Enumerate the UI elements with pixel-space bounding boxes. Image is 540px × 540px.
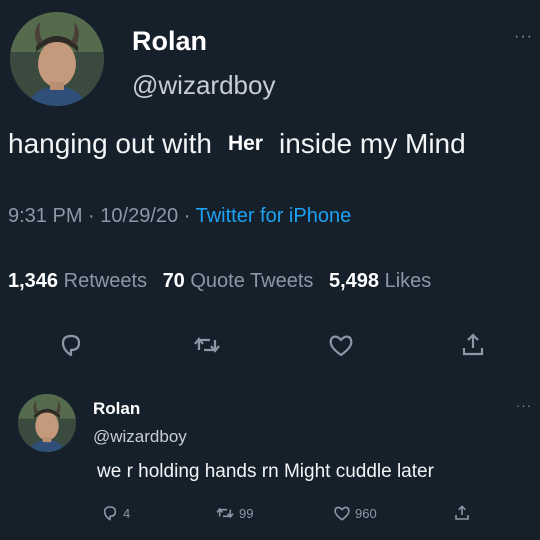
like-icon bbox=[329, 335, 353, 357]
tweet-stats: 1,346 Retweets 70 Quote Tweets 5,498 Lik… bbox=[8, 270, 431, 293]
tweet-text-after: inside my Mind bbox=[278, 128, 466, 159]
reply-author-name[interactable]: Rolan bbox=[93, 399, 140, 419]
retweet-icon bbox=[194, 337, 220, 353]
likes-stat[interactable]: 5,498 Likes bbox=[329, 270, 431, 292]
retweet-icon bbox=[216, 507, 234, 519]
reply-text: we r holding hands rn Might cuddle later bbox=[97, 461, 434, 482]
tweet-time: 9:31 PM bbox=[8, 205, 83, 227]
separator: · bbox=[183, 205, 191, 227]
tweet-date: 10/29/20 bbox=[100, 205, 179, 227]
separator: · bbox=[88, 205, 95, 227]
tweet-text-before: hanging out with bbox=[8, 128, 212, 159]
retweet-count: 99 bbox=[239, 505, 254, 521]
quote-count: 70 bbox=[162, 270, 185, 292]
like-button[interactable] bbox=[326, 330, 356, 360]
tweet-source-link[interactable]: Twitter for iPhone bbox=[196, 205, 352, 227]
retweets-count: 1,346 bbox=[8, 270, 59, 292]
quote-label: Quote Tweets bbox=[190, 270, 314, 292]
reply-button[interactable] bbox=[56, 330, 86, 360]
avatar[interactable] bbox=[10, 12, 104, 106]
reply-icon bbox=[61, 334, 81, 357]
reply-avatar[interactable] bbox=[18, 394, 76, 452]
tweet-text-highlight: Her bbox=[227, 132, 263, 155]
reply-more-options-icon[interactable]: ··· bbox=[516, 398, 532, 413]
reply-author-handle[interactable]: @wizardboy bbox=[93, 427, 187, 447]
share-icon bbox=[462, 333, 484, 356]
retweets-stat[interactable]: 1,346 Retweets bbox=[8, 270, 147, 292]
reply-reply-button[interactable]: 4 bbox=[100, 502, 130, 524]
avatar-image bbox=[18, 394, 76, 452]
reply-share-button[interactable] bbox=[452, 502, 475, 524]
retweet-button[interactable] bbox=[192, 330, 222, 360]
like-icon bbox=[334, 506, 350, 521]
tweet-metadata: 9:31 PM · 10/29/20 · Twitter for iPhone bbox=[8, 205, 351, 228]
retweets-label: Retweets bbox=[63, 270, 147, 292]
reply-retweet-button[interactable]: 99 bbox=[214, 502, 253, 524]
author-handle[interactable]: @wizardboy bbox=[132, 70, 275, 101]
likes-label: Likes bbox=[384, 270, 432, 292]
tweet-text: hanging out with Her inside my Mind bbox=[8, 128, 466, 160]
author-name[interactable]: Rolan bbox=[132, 26, 207, 57]
share-icon bbox=[455, 505, 469, 520]
like-count: 960 bbox=[355, 505, 377, 521]
reply-icon bbox=[103, 506, 117, 521]
reply-count: 4 bbox=[123, 505, 131, 521]
avatar-image bbox=[10, 12, 104, 106]
share-button[interactable] bbox=[458, 330, 488, 360]
likes-count: 5,498 bbox=[328, 270, 380, 292]
more-options-icon[interactable]: ··· bbox=[514, 28, 533, 46]
reply-like-button[interactable]: 960 bbox=[332, 502, 377, 524]
quote-tweets-stat[interactable]: 70 Quote Tweets bbox=[163, 270, 314, 292]
